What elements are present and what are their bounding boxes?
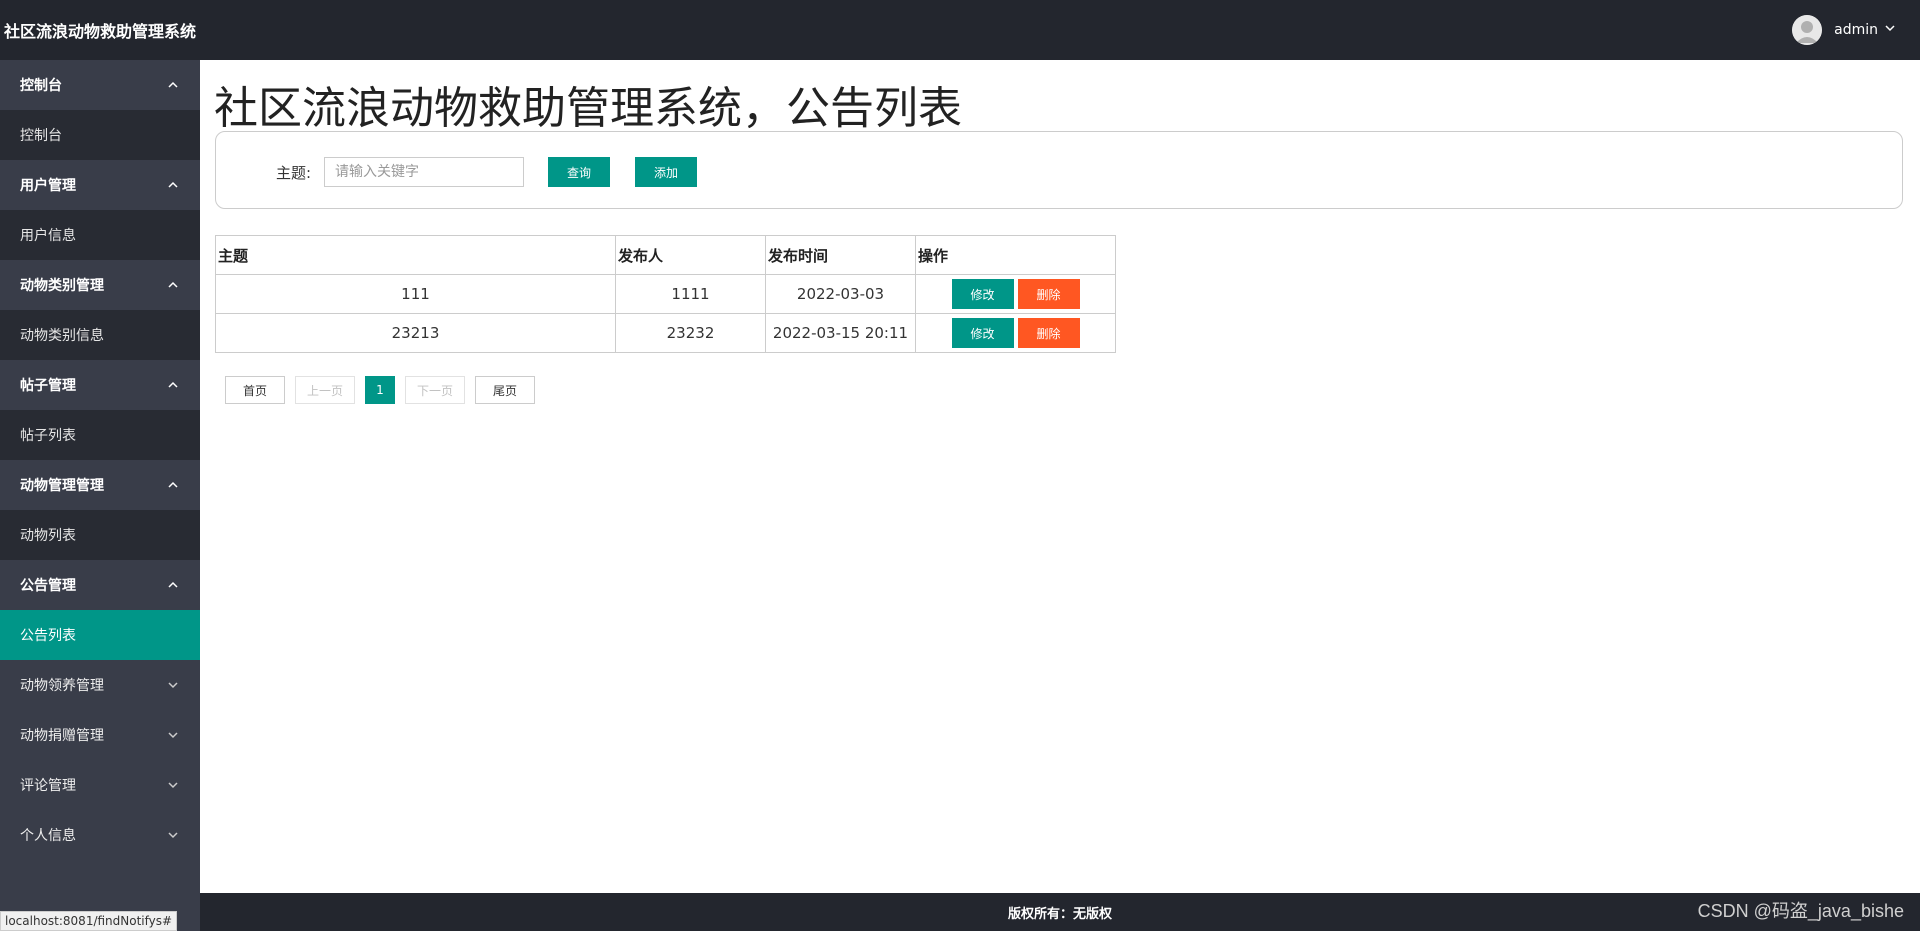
nav-group-dashboard: 控制台 控制台	[0, 60, 200, 160]
nav-item-animal-list[interactable]: 动物列表	[0, 510, 200, 560]
nav-item-dashboard[interactable]: 控制台	[0, 110, 200, 160]
cell-publisher: 23232	[615, 313, 766, 353]
column-header-actions: 操作	[915, 235, 1116, 275]
chevron-up-icon	[166, 278, 180, 292]
nav-group-adoption: 动物领养管理	[0, 660, 200, 710]
cell-subject: 111	[215, 274, 616, 314]
first-page-button[interactable]: 首页	[225, 376, 285, 404]
footer: 版权所有：无版权	[200, 893, 1920, 931]
column-header-time: 发布时间	[765, 235, 916, 275]
nav-group-notices: 公告管理 公告列表	[0, 560, 200, 660]
chevron-up-icon	[166, 178, 180, 192]
chevron-down-icon	[166, 828, 180, 842]
prev-page-button[interactable]: 上一页	[295, 376, 355, 404]
nav-head-label: 动物管理管理	[20, 478, 104, 494]
search-input[interactable]	[324, 157, 524, 187]
cell-publisher: 1111	[615, 274, 766, 314]
nav-head-label: 公告管理	[20, 578, 76, 594]
nav-group-posts: 帖子管理 帖子列表	[0, 360, 200, 460]
avatar	[1792, 15, 1823, 45]
nav-head-comments[interactable]: 评论管理	[0, 760, 200, 810]
table-header-row: 主题 发布人 发布时间 操作	[215, 235, 1116, 275]
delete-button[interactable]: 删除	[1017, 318, 1080, 348]
notice-table: 主题 发布人 发布时间 操作 111 1111 2022-03-03 修改 删除 …	[215, 235, 1116, 353]
chevron-down-icon	[166, 678, 180, 692]
nav-head-adoption[interactable]: 动物领养管理	[0, 660, 200, 710]
column-header-subject: 主题	[215, 235, 616, 275]
nav-head-label: 评论管理	[20, 778, 76, 794]
search-label: 主题:	[276, 164, 312, 182]
nav-group-animals: 动物管理管理 动物列表	[0, 460, 200, 560]
nav-group-profile: 个人信息	[0, 810, 200, 860]
last-page-button[interactable]: 尾页	[475, 376, 535, 404]
main-content: 社区流浪动物救助管理系统，公告列表 主题: 查询 添加 主题 发布人 发布时间 …	[200, 60, 1920, 893]
edit-button[interactable]: 修改	[951, 279, 1014, 309]
top-header: admin	[200, 0, 1920, 60]
add-button[interactable]: 添加	[635, 157, 697, 187]
nav-item-user-info[interactable]: 用户信息	[0, 210, 200, 260]
nav-head-donation[interactable]: 动物捐赠管理	[0, 710, 200, 760]
search-button[interactable]: 查询	[548, 157, 610, 187]
delete-button[interactable]: 删除	[1017, 279, 1080, 309]
cell-time: 2022-03-15 20:11	[765, 313, 916, 353]
copyright-text: 版权所有：无版权	[1007, 906, 1112, 922]
next-page-button[interactable]: 下一页	[405, 376, 465, 404]
app-logo-title: 社区流浪动物救助管理系统	[0, 0, 200, 60]
table-row: 111 1111 2022-03-03 修改 删除	[215, 274, 1116, 314]
nav-head-label: 动物捐赠管理	[20, 728, 104, 744]
pagination: 首页 上一页 1 下一页 尾页	[225, 376, 545, 404]
nav-head-label: 控制台	[20, 78, 62, 94]
current-page-button[interactable]: 1	[365, 376, 395, 404]
chevron-up-icon	[166, 578, 180, 592]
nav-head-label: 个人信息	[20, 828, 76, 844]
search-panel: 主题: 查询 添加	[215, 131, 1903, 209]
cell-subject: 23213	[215, 313, 616, 353]
nav-head-posts[interactable]: 帖子管理	[0, 360, 200, 410]
chevron-up-icon	[166, 78, 180, 92]
status-bar-url: localhost:8081/findNotifys#	[0, 911, 178, 931]
chevron-up-icon	[166, 478, 180, 492]
cell-actions: 修改 删除	[915, 274, 1116, 314]
nav-group-users: 用户管理 用户信息	[0, 160, 200, 260]
nav-item-post-list[interactable]: 帖子列表	[0, 410, 200, 460]
nav-head-dashboard[interactable]: 控制台	[0, 60, 200, 110]
chevron-down-icon	[1884, 22, 1896, 38]
user-menu[interactable]: admin	[1792, 0, 1896, 60]
watermark-text: CSDN @码盗_java_bishe	[1697, 901, 1904, 921]
chevron-down-icon	[166, 778, 180, 792]
cell-actions: 修改 删除	[915, 313, 1116, 353]
nav-head-label: 用户管理	[20, 178, 76, 194]
chevron-up-icon	[166, 378, 180, 392]
column-header-publisher: 发布人	[615, 235, 766, 275]
nav-item-animal-category-info[interactable]: 动物类别信息	[0, 310, 200, 360]
nav-group-donation: 动物捐赠管理	[0, 710, 200, 760]
chevron-down-icon	[166, 728, 180, 742]
cell-time: 2022-03-03	[765, 274, 916, 314]
sidebar: 社区流浪动物救助管理系统 控制台 控制台 用户管理 用户信息 动物类别管理 动物…	[0, 0, 200, 931]
nav-head-users[interactable]: 用户管理	[0, 160, 200, 210]
username: admin	[1834, 22, 1878, 38]
nav-head-label: 帖子管理	[20, 378, 76, 394]
nav-head-animals[interactable]: 动物管理管理	[0, 460, 200, 510]
nav-group-animal-category: 动物类别管理 动物类别信息	[0, 260, 200, 360]
nav-head-profile[interactable]: 个人信息	[0, 810, 200, 860]
nav-head-label: 动物领养管理	[20, 678, 104, 694]
nav-head-notices[interactable]: 公告管理	[0, 560, 200, 610]
nav-head-label: 动物类别管理	[20, 278, 104, 294]
nav-item-notice-list[interactable]: 公告列表	[0, 610, 200, 660]
nav-head-animal-category[interactable]: 动物类别管理	[0, 260, 200, 310]
table-row: 23213 23232 2022-03-15 20:11 修改 删除	[215, 313, 1116, 353]
nav-group-comments: 评论管理	[0, 760, 200, 810]
page-title: 社区流浪动物救助管理系统，公告列表	[214, 83, 962, 134]
edit-button[interactable]: 修改	[951, 318, 1014, 348]
